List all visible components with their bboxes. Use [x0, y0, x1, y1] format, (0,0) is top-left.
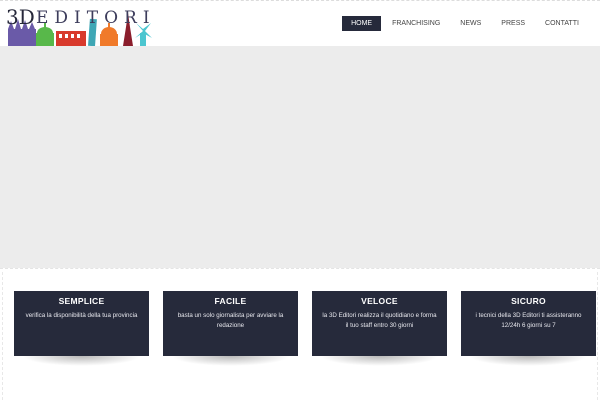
feature-text: verifica la disponibilità della tua prov… [25, 312, 138, 319]
site-header: 3D EDITORI HOME FRANCHISING NEWS PRESS C… [0, 0, 600, 47]
logo-text: EDITORI [36, 8, 156, 28]
feature-text: i tecnici della 3D Editori ti assisteran… [475, 312, 582, 329]
card-shadow [469, 356, 588, 366]
feature-card-veloce[interactable]: VELOCE la 3D Editori realizza il quotidi… [312, 291, 447, 366]
nav-home[interactable]: HOME [342, 16, 382, 31]
card-shadow [171, 356, 290, 366]
card-shadow [320, 356, 439, 366]
logo-prefix: 3D [6, 5, 35, 29]
main-nav: HOME FRANCHISING NEWS PRESS CONTATTI [342, 16, 588, 31]
hero-banner [0, 46, 600, 268]
section-divider [0, 268, 600, 270]
feature-title: VELOCE [361, 296, 398, 306]
nav-news[interactable]: NEWS [451, 16, 490, 31]
feature-text: la 3D Editori realizza il quotidiano e f… [322, 312, 437, 329]
feature-title: SEMPLICE [58, 296, 105, 306]
feature-text: basta un solo giornalista per avviare la… [177, 312, 284, 329]
feature-title: SICURO [511, 296, 546, 306]
nav-contatti[interactable]: CONTATTI [536, 16, 588, 31]
feature-card-facile[interactable]: FACILE basta un solo giornalista per avv… [163, 291, 298, 366]
nav-franchising[interactable]: FRANCHISING [383, 16, 449, 31]
site-logo[interactable]: 3D EDITORI [6, 5, 162, 47]
features-section: SEMPLICE verifica la disponibilità della… [2, 272, 598, 400]
feature-card-sicuro[interactable]: SICURO i tecnici della 3D Editori ti ass… [461, 291, 596, 366]
feature-title: FACILE [214, 296, 247, 306]
card-shadow [22, 356, 141, 366]
nav-press[interactable]: PRESS [492, 16, 534, 31]
feature-card-semplice[interactable]: SEMPLICE verifica la disponibilità della… [14, 291, 149, 366]
